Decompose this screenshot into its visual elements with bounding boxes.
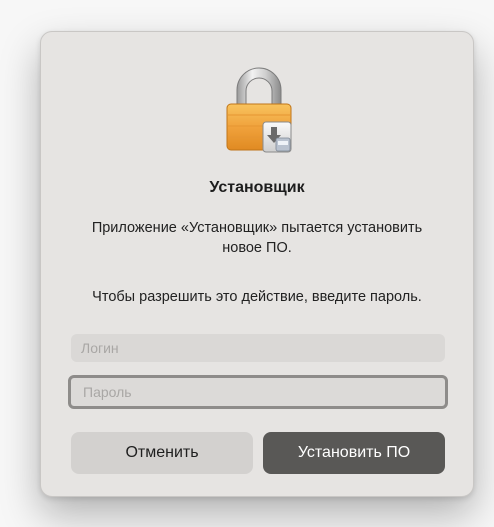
cancel-button[interactable]: Отменить xyxy=(71,432,253,474)
dialog-prompt: Чтобы разрешить это действие, введите па… xyxy=(92,289,422,305)
dialog-title: Установщик xyxy=(209,179,305,196)
auth-dialog: Установщик Приложение «Установщик» пытае… xyxy=(40,31,474,497)
dialog-message: Приложение «Установщик» пытается установ… xyxy=(91,220,423,256)
install-software-button[interactable]: Установить ПО xyxy=(263,432,445,474)
login-field[interactable] xyxy=(71,334,445,362)
lock-installer-icon xyxy=(223,66,295,154)
password-field[interactable] xyxy=(68,375,448,409)
